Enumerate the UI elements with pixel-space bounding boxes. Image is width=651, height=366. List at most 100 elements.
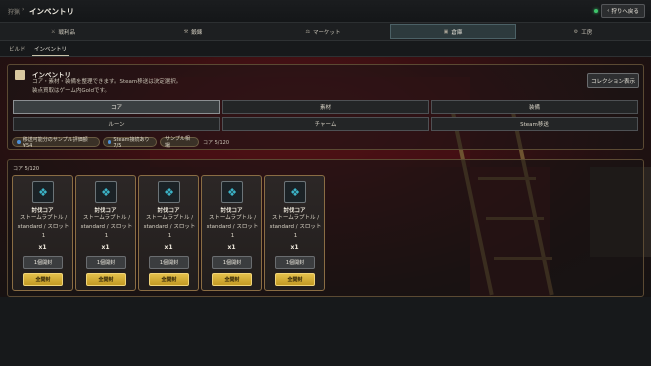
card-desc-line: standard / スロット	[17, 224, 70, 230]
card-desc-line: standard / スロット	[80, 224, 133, 230]
open-one-button[interactable]: 1個開封	[212, 256, 252, 269]
core-count-summary: コア 5/120	[203, 140, 229, 146]
core-gem-icon: ❖	[38, 185, 48, 199]
core-gem-icon: ❖	[164, 185, 174, 199]
filter-core-button[interactable]: コア	[13, 100, 220, 114]
core-card[interactable]: ❖ 討伐コア ストームラプトル / standard / スロット 1 x1 1…	[12, 175, 73, 291]
card-desc-line: 1	[41, 233, 46, 239]
card-desc-line: 1	[167, 233, 172, 239]
core-item-image: ❖	[95, 181, 117, 203]
core-item-image: ❖	[158, 181, 180, 203]
tab-market[interactable]: ⚖ マーケット	[260, 24, 386, 39]
tab-workshop-label: 工房	[581, 29, 593, 36]
open-one-button[interactable]: 1個開封	[149, 256, 189, 269]
open-all-button[interactable]: 全開封	[149, 273, 189, 286]
card-description: ストームラプトル / standard / スロット 1	[205, 214, 260, 241]
card-desc-line: ストームラプトル /	[19, 215, 68, 221]
main-nav: ⚔ 戦利品 ⚒ 鍛錬 ⚖ マーケット ▣ 倉庫 ⚙ 工房	[0, 23, 651, 41]
breadcrumb-separator: ›	[22, 6, 25, 13]
core-gem-icon: ❖	[290, 185, 300, 199]
tab-market-label: マーケット	[312, 29, 341, 36]
card-name: 討伐コア	[94, 208, 117, 214]
open-one-button[interactable]: 1個開封	[86, 256, 126, 269]
open-one-button[interactable]: 1個開封	[23, 256, 63, 269]
core-card[interactable]: ❖ 討伐コア ストームラプトル / standard / スロット 1 x1 1…	[201, 175, 262, 291]
chip-transfer-value: 移送可能分のサンプル評価額 ¥54	[12, 136, 100, 149]
inventory-description-line2: 装点買取はゲーム内Goldです。	[32, 87, 110, 94]
tab-loot-label: 戦利品	[58, 29, 75, 36]
collection-view-button[interactable]: コレクション表示	[587, 73, 639, 88]
anvil-icon: ⚒	[183, 28, 189, 35]
core-section-label: コア 5/120	[13, 166, 39, 172]
card-quantity: x1	[290, 244, 299, 251]
core-card[interactable]: ❖ 討伐コア ストームラプトル / standard / スロット 1 x1 1…	[138, 175, 199, 291]
core-item-image: ❖	[221, 181, 243, 203]
open-one-button[interactable]: 1個開封	[275, 256, 315, 269]
inventory-icon	[15, 70, 25, 80]
card-desc-line: ストームラプトル /	[208, 215, 257, 221]
online-status-icon	[594, 9, 598, 13]
filter-equipment-button[interactable]: 装備	[431, 100, 638, 114]
page-title: インベントリ	[29, 7, 74, 16]
card-quantity: x1	[164, 244, 173, 251]
open-all-button[interactable]: 全開封	[275, 273, 315, 286]
empty-footer-area	[0, 298, 651, 366]
card-name: 討伐コア	[31, 208, 54, 214]
core-item-image: ❖	[32, 181, 54, 203]
gear-icon: ⚙	[573, 28, 579, 35]
subtab-active-indicator	[32, 55, 69, 56]
tab-storage-label: 倉庫	[451, 29, 463, 36]
tab-workshop[interactable]: ⚙ 工房	[520, 24, 646, 39]
card-quantity: x1	[101, 244, 110, 251]
filter-rune-button[interactable]: ルーン	[13, 117, 220, 131]
card-desc-line: 1	[293, 233, 298, 239]
back-to-hunt-button[interactable]: ‹ 狩りへ戻る	[601, 4, 645, 18]
chip-steam-link-label: Steam接続あり 7/5	[113, 136, 150, 149]
chevron-left-icon: ‹	[607, 8, 610, 14]
title-bar: 狩猟 › インベントリ ‹ 狩りへ戻る	[0, 0, 651, 23]
filter-charm-button[interactable]: チャーム	[222, 117, 429, 131]
open-all-button[interactable]: 全開封	[86, 273, 126, 286]
breadcrumb-root[interactable]: 狩猟	[8, 7, 20, 16]
card-desc-line: standard / スロット	[143, 224, 196, 230]
core-item-image: ❖	[284, 181, 306, 203]
filter-material-button[interactable]: 素材	[222, 100, 429, 114]
tab-storage[interactable]: ▣ 倉庫	[390, 24, 516, 39]
open-all-button[interactable]: 全開封	[23, 273, 63, 286]
chip-steam-link: Steam接続あり 7/5	[103, 136, 157, 149]
info-dot-icon	[17, 140, 21, 144]
card-description: ストームラプトル / standard / スロット 1	[268, 214, 323, 241]
tab-loot[interactable]: ⚔ 戦利品	[0, 24, 126, 39]
core-gem-icon: ❖	[101, 185, 111, 199]
card-name: 討伐コア	[283, 208, 306, 214]
chip-transfer-value-label: 移送可能分のサンプル評価額 ¥54	[22, 136, 88, 149]
box-icon: ▣	[443, 28, 449, 35]
card-desc-line: standard / スロット	[206, 224, 259, 230]
card-description: ストームラプトル / standard / スロット 1	[142, 214, 197, 241]
steam-dot-icon	[108, 140, 112, 144]
card-description: ストームラプトル / standard / スロット 1	[16, 214, 71, 241]
card-desc-line: ストームラプトル /	[82, 215, 131, 221]
card-quantity: x1	[38, 244, 47, 251]
sword-icon: ⚔	[51, 28, 56, 35]
chip-sample-price-label: サンプル相場	[165, 136, 190, 149]
card-desc-line: standard / スロット	[269, 224, 322, 230]
card-name: 討伐コア	[220, 208, 243, 214]
core-gem-icon: ❖	[227, 185, 237, 199]
card-desc-line: ストームラプトル /	[145, 215, 194, 221]
subtab-inventory[interactable]: インベントリ	[34, 45, 67, 53]
open-all-button[interactable]: 全開封	[212, 273, 252, 286]
inventory-description-line1: コア・素材・装備を整理できます。Steam移送は決定選択。	[32, 79, 182, 85]
filter-steam-transfer-button[interactable]: Steam移送	[431, 117, 638, 131]
core-card[interactable]: ❖ 討伐コア ストームラプトル / standard / スロット 1 x1 1…	[264, 175, 325, 291]
tab-training[interactable]: ⚒ 鍛錬	[130, 24, 256, 39]
back-to-hunt-label: 狩りへ戻る	[611, 9, 639, 15]
inventory-description: コア・素材・装備を整理できます。Steam移送は決定選択。 装点買取はゲーム内G…	[32, 78, 292, 95]
market-icon: ⚖	[305, 28, 310, 35]
card-description: ストームラプトル / standard / スロット 1	[79, 214, 134, 241]
card-quantity: x1	[227, 244, 236, 251]
subtab-build[interactable]: ビルド	[9, 45, 26, 53]
card-desc-line: 1	[104, 233, 109, 239]
sub-tabs: ビルド インベントリ	[0, 41, 651, 57]
core-card[interactable]: ❖ 討伐コア ストームラプトル / standard / スロット 1 x1 1…	[75, 175, 136, 291]
